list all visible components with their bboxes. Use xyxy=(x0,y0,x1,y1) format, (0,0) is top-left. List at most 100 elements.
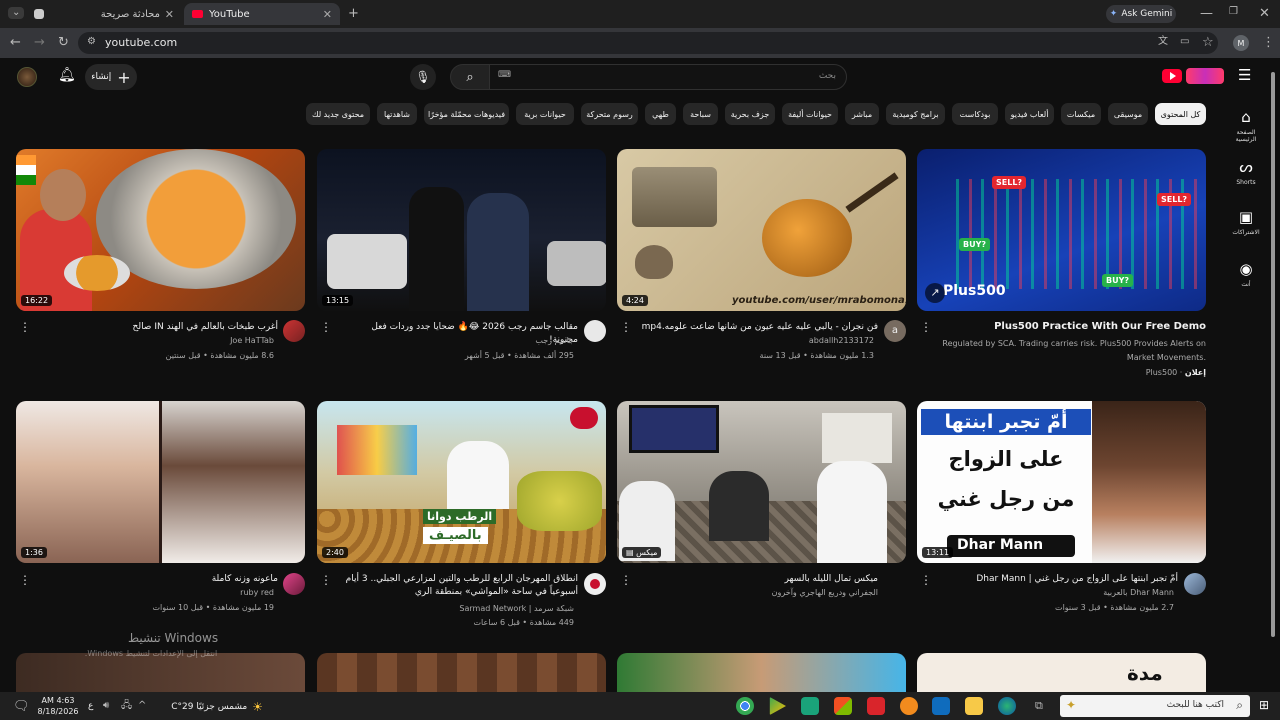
search-input[interactable]: بحث ⌨ xyxy=(489,64,847,90)
edge-taskbar-icon[interactable] xyxy=(998,697,1016,715)
channel-name[interactable]: Joe HaTTab xyxy=(40,334,274,348)
video-title[interactable]: أمّ تجبر ابنتها على الزواج من رجل غني | … xyxy=(940,573,1178,586)
profile-avatar[interactable]: M xyxy=(1233,35,1249,51)
channel-name[interactable]: ruby red xyxy=(40,586,274,600)
ad-link-icon[interactable]: ↗ xyxy=(925,283,945,303)
ask-gemini-button[interactable]: ✦ Ask Gemini xyxy=(1106,5,1176,23)
video-thumbnail-mix[interactable]: ▤ ميكس xyxy=(617,401,906,563)
chip-all[interactable]: كل المحتوى xyxy=(1155,103,1206,125)
video-title[interactable]: أغرب طبخات بالعالم في الهند IN صالح xyxy=(40,321,278,334)
video-thumbnail-pranks[interactable]: 13:15 xyxy=(317,149,606,311)
channel-avatar[interactable] xyxy=(283,573,305,595)
minimize-icon[interactable]: — xyxy=(1200,7,1213,20)
chip-wildlife[interactable]: حيوانات برية xyxy=(516,103,574,125)
chip-podcasts[interactable]: بودكاست xyxy=(952,103,998,125)
notifications-icon[interactable]: 🗨︎ xyxy=(13,700,30,713)
mail-taskbar-icon[interactable] xyxy=(932,697,950,715)
more-actions-icon[interactable]: ⋮ xyxy=(320,573,332,587)
guide-menu-icon[interactable]: ☰ xyxy=(1238,68,1251,83)
restore-icon[interactable]: ❐ xyxy=(1229,7,1238,17)
more-actions-icon[interactable]: ⋮ xyxy=(320,320,332,334)
chip-animation[interactable]: رسوم متحركة xyxy=(581,103,638,125)
close-icon[interactable]: ✕ xyxy=(323,8,332,21)
nav-shorts[interactable]: ᔕ Shorts xyxy=(1226,158,1266,186)
video-thumbnail-partial[interactable] xyxy=(317,653,606,692)
video-title[interactable]: انطلاق المهرجان الرابع للرطب والتين لمزا… xyxy=(340,573,578,599)
video-thumbnail-cooking[interactable]: 16:22 xyxy=(16,149,305,311)
wps-taskbar-icon[interactable] xyxy=(867,697,885,715)
cast-icon[interactable]: ▭ xyxy=(1180,37,1189,47)
file-explorer-taskbar-icon[interactable] xyxy=(965,697,983,715)
tab-search-icon[interactable]: ⌄ xyxy=(8,7,25,19)
video-title[interactable]: ماعونه وزنه كاملة xyxy=(40,573,278,586)
more-actions-icon[interactable]: ⋮ xyxy=(920,320,932,334)
bookmark-star-icon[interactable]: ☆ xyxy=(1202,36,1214,49)
weather-widget[interactable]: ☀ مشمس جزئيًا 29°C xyxy=(163,698,263,716)
youtube-logo[interactable] xyxy=(1162,69,1182,83)
chip-music[interactable]: موسيقى xyxy=(1108,103,1148,125)
more-actions-icon[interactable]: ⋮ xyxy=(19,573,31,587)
tray-chevron-icon[interactable]: ^ xyxy=(138,701,146,711)
reload-icon[interactable]: ↻ xyxy=(58,36,69,49)
browser-menu-icon[interactable]: ⋮ xyxy=(1262,36,1275,49)
video-thumbnail-plus500[interactable]: SELL? SELL? BUY? BUY? Plus500 ↗ xyxy=(917,149,1206,311)
video-thumbnail-ruby-red[interactable]: 1:36 xyxy=(16,401,305,563)
tab-youtube[interactable]: YouTube ✕ xyxy=(184,3,340,25)
voice-search-icon[interactable]: 🎙︎ xyxy=(410,64,436,90)
notifications-bell-icon[interactable]: 🔔︎ xyxy=(58,68,76,82)
channel-avatar[interactable]: a xyxy=(884,320,906,342)
clock[interactable]: AM 4:63 8/18/2026 xyxy=(36,695,80,717)
more-actions-icon[interactable]: ⋮ xyxy=(19,320,31,334)
channel-name[interactable]: abdallh2133172 xyxy=(640,334,874,348)
video-thumbnail-partial[interactable] xyxy=(617,653,906,692)
channel-avatar[interactable] xyxy=(584,573,606,595)
omnibox[interactable] xyxy=(78,32,1218,54)
back-icon[interactable]: ← xyxy=(10,36,21,49)
video-title[interactable]: Plus500 Practice With Our Free Demo xyxy=(960,320,1206,333)
chip-recently-uploaded[interactable]: فيديوهات محمّلة مؤخرًا xyxy=(424,103,509,125)
store-taskbar-icon[interactable] xyxy=(834,697,852,715)
chip-mixes[interactable]: ميكسات xyxy=(1061,103,1101,125)
channel-name[interactable]: Plus500 xyxy=(1146,368,1178,377)
search-button[interactable]: ⌕ xyxy=(450,64,490,90)
channel-avatar[interactable] xyxy=(584,320,606,342)
input-language[interactable]: ع xyxy=(88,701,93,711)
avatar[interactable] xyxy=(17,67,37,87)
chip-sea[interactable]: جزف بحرية xyxy=(725,103,775,125)
site-info-icon[interactable]: ⚙ xyxy=(87,37,96,47)
video-thumbnail-festival[interactable]: الرطب دوانا بالصيـف 2:40 xyxy=(317,401,606,563)
volume-icon[interactable]: 🔊︎ xyxy=(103,701,109,711)
create-button[interactable]: إنشاء + xyxy=(85,64,137,90)
channel-avatar[interactable] xyxy=(1184,573,1206,595)
game-taskbar-icon[interactable] xyxy=(900,697,918,715)
channel-name[interactable]: Dhar Mann بالعربية xyxy=(940,586,1174,600)
nav-subscriptions[interactable]: ▣ الاشتراكات xyxy=(1226,208,1266,236)
chip-pets[interactable]: حيوانات أليفة xyxy=(782,103,838,125)
more-actions-icon[interactable]: ⋮ xyxy=(620,573,632,587)
network-icon[interactable]: 🖧 xyxy=(121,701,132,711)
task-view-icon[interactable]: ⧉ xyxy=(1035,700,1043,711)
forward-icon[interactable]: → xyxy=(34,36,45,49)
app-taskbar-icon[interactable] xyxy=(801,697,819,715)
video-thumbnail-partial[interactable]: مدة xyxy=(917,653,1206,692)
channel-name[interactable]: شبكة سرمد | Sarmad Network xyxy=(340,602,574,616)
chip-live[interactable]: مباشر xyxy=(845,103,879,125)
taskbar-search[interactable]: ✦ اكتب هنا للبحث ⌕ xyxy=(1060,695,1250,717)
video-thumbnail-partial[interactable] xyxy=(16,653,305,692)
new-tab-icon[interactable]: + xyxy=(348,7,359,20)
chip-new-to-you[interactable]: محتوى جديد لك xyxy=(306,103,370,125)
doodle-logo-icon[interactable] xyxy=(1186,68,1224,84)
more-actions-icon[interactable]: ⋮ xyxy=(920,573,932,587)
chip-comedy[interactable]: برامج كوميدية xyxy=(886,103,945,125)
channel-avatar[interactable] xyxy=(283,320,305,342)
start-windows-icon[interactable]: ⊞ xyxy=(1259,699,1269,711)
window-close-icon[interactable]: ✕ xyxy=(1259,7,1270,20)
video-thumbnail-najran[interactable]: youtube.com/user/mrabomona1 4:24 xyxy=(617,149,906,311)
video-title[interactable]: فن نجران - يالبي عليه عليه عيون من شانها… xyxy=(640,321,878,334)
channel-name[interactable]: جاسم رجب xyxy=(340,334,574,348)
video-thumbnail-dhar-mann[interactable]: أمّ تجبر ابنتها على الزواج من رجل غني Dh… xyxy=(917,401,1206,563)
url-text[interactable]: youtube.com xyxy=(105,36,177,49)
scrollbar-thumb[interactable] xyxy=(1271,72,1275,637)
chip-gaming[interactable]: ألعاب فيديو xyxy=(1005,103,1054,125)
translate-icon[interactable]: 文 xyxy=(1158,37,1168,47)
